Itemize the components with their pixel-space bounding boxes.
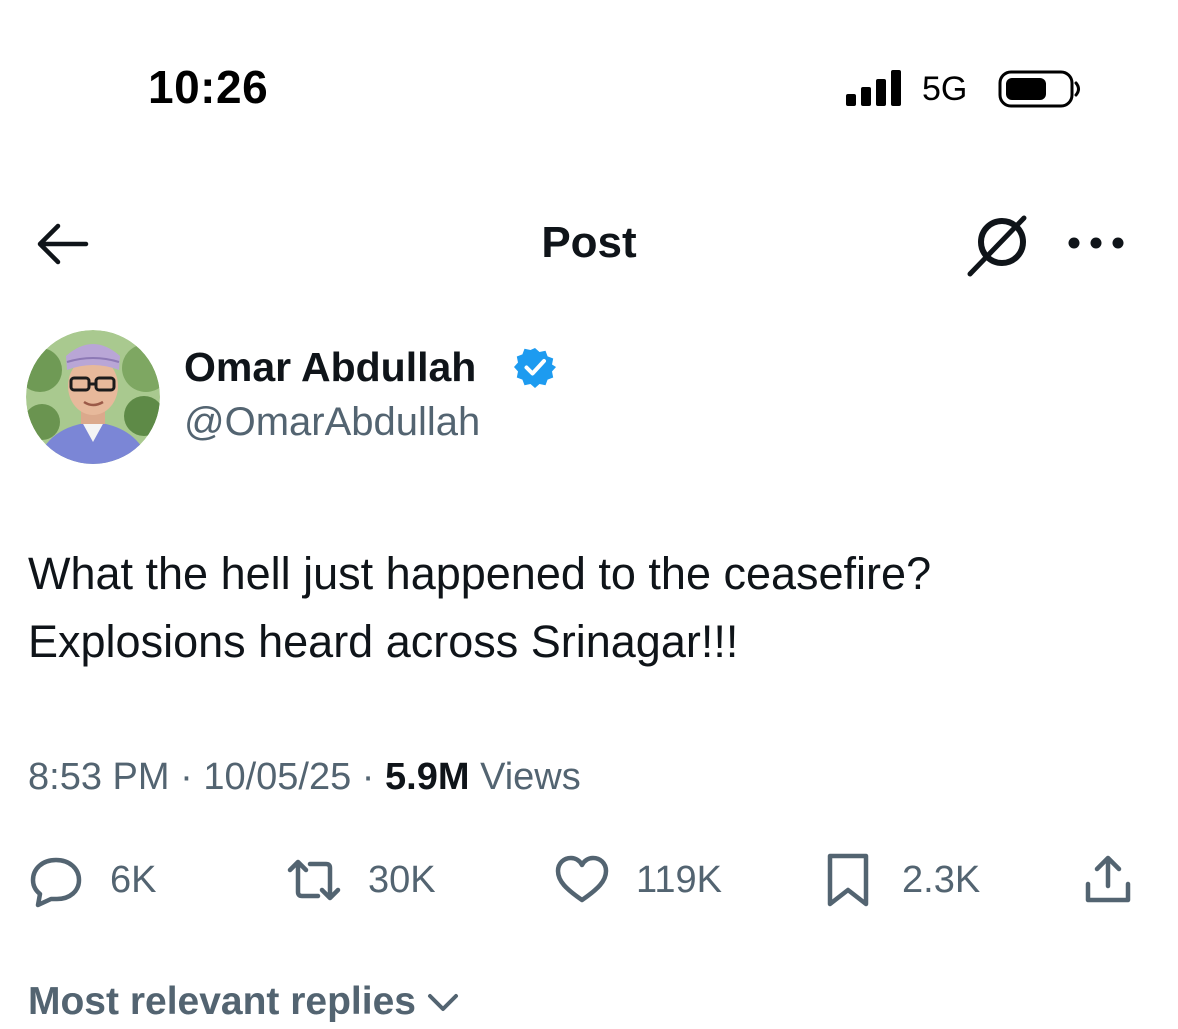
bookmark-count: 2.3K — [902, 858, 981, 901]
tweet-date[interactable]: 10/05/25 — [203, 756, 351, 798]
views-count: 5.9M — [385, 756, 470, 798]
tweet-text-line: Explosions heard across Srinagar!!! — [28, 616, 739, 667]
replies-sort-label: Most relevant replies — [28, 980, 416, 1023]
tweet-meta: 8:53 PM · 10/05/25 · 5.9M Views — [28, 756, 581, 799]
author-handle[interactable]: @OmarAbdullah — [184, 400, 480, 445]
status-bar-time: 10:26 — [148, 61, 269, 113]
repost-count: 30K — [368, 858, 436, 901]
battery-icon — [998, 70, 1080, 108]
reply-button[interactable]: 6K — [28, 848, 156, 912]
repost-button[interactable]: 30K — [286, 848, 436, 912]
grok-icon[interactable] — [964, 208, 1036, 280]
bookmark-icon — [827, 853, 869, 907]
reply-count: 6K — [110, 858, 157, 901]
share-button[interactable] — [1080, 848, 1136, 912]
share-icon — [1085, 855, 1131, 903]
tweet-text-line: What the hell just happened to the cease… — [28, 548, 932, 599]
repost-icon — [287, 859, 341, 901]
meta-separator: · — [361, 756, 375, 798]
views-label: Views — [480, 756, 581, 798]
chevron-down-icon — [427, 994, 458, 1011]
meta-separator: · — [180, 756, 193, 798]
verified-badge-icon — [514, 348, 556, 388]
avatar[interactable] — [26, 330, 160, 464]
bookmark-button[interactable]: 2.3K — [820, 848, 980, 912]
tweet-time[interactable]: 8:53 PM — [28, 756, 170, 798]
like-button[interactable]: 119K — [554, 848, 722, 912]
signal-strength-icon — [846, 70, 901, 106]
heart-icon — [555, 855, 609, 903]
more-horizontal-icon[interactable] — [1064, 228, 1128, 258]
network-type: 5G — [922, 70, 968, 108]
tweet-text: What the hell just happened to the cease… — [28, 540, 1148, 676]
reply-icon — [30, 857, 82, 908]
like-count: 119K — [636, 858, 722, 901]
replies-sort-dropdown[interactable]: Most relevant replies — [28, 980, 462, 1024]
avatar-portrait-icon — [26, 330, 160, 464]
author-name[interactable]: Omar Abdullah — [184, 344, 476, 391]
